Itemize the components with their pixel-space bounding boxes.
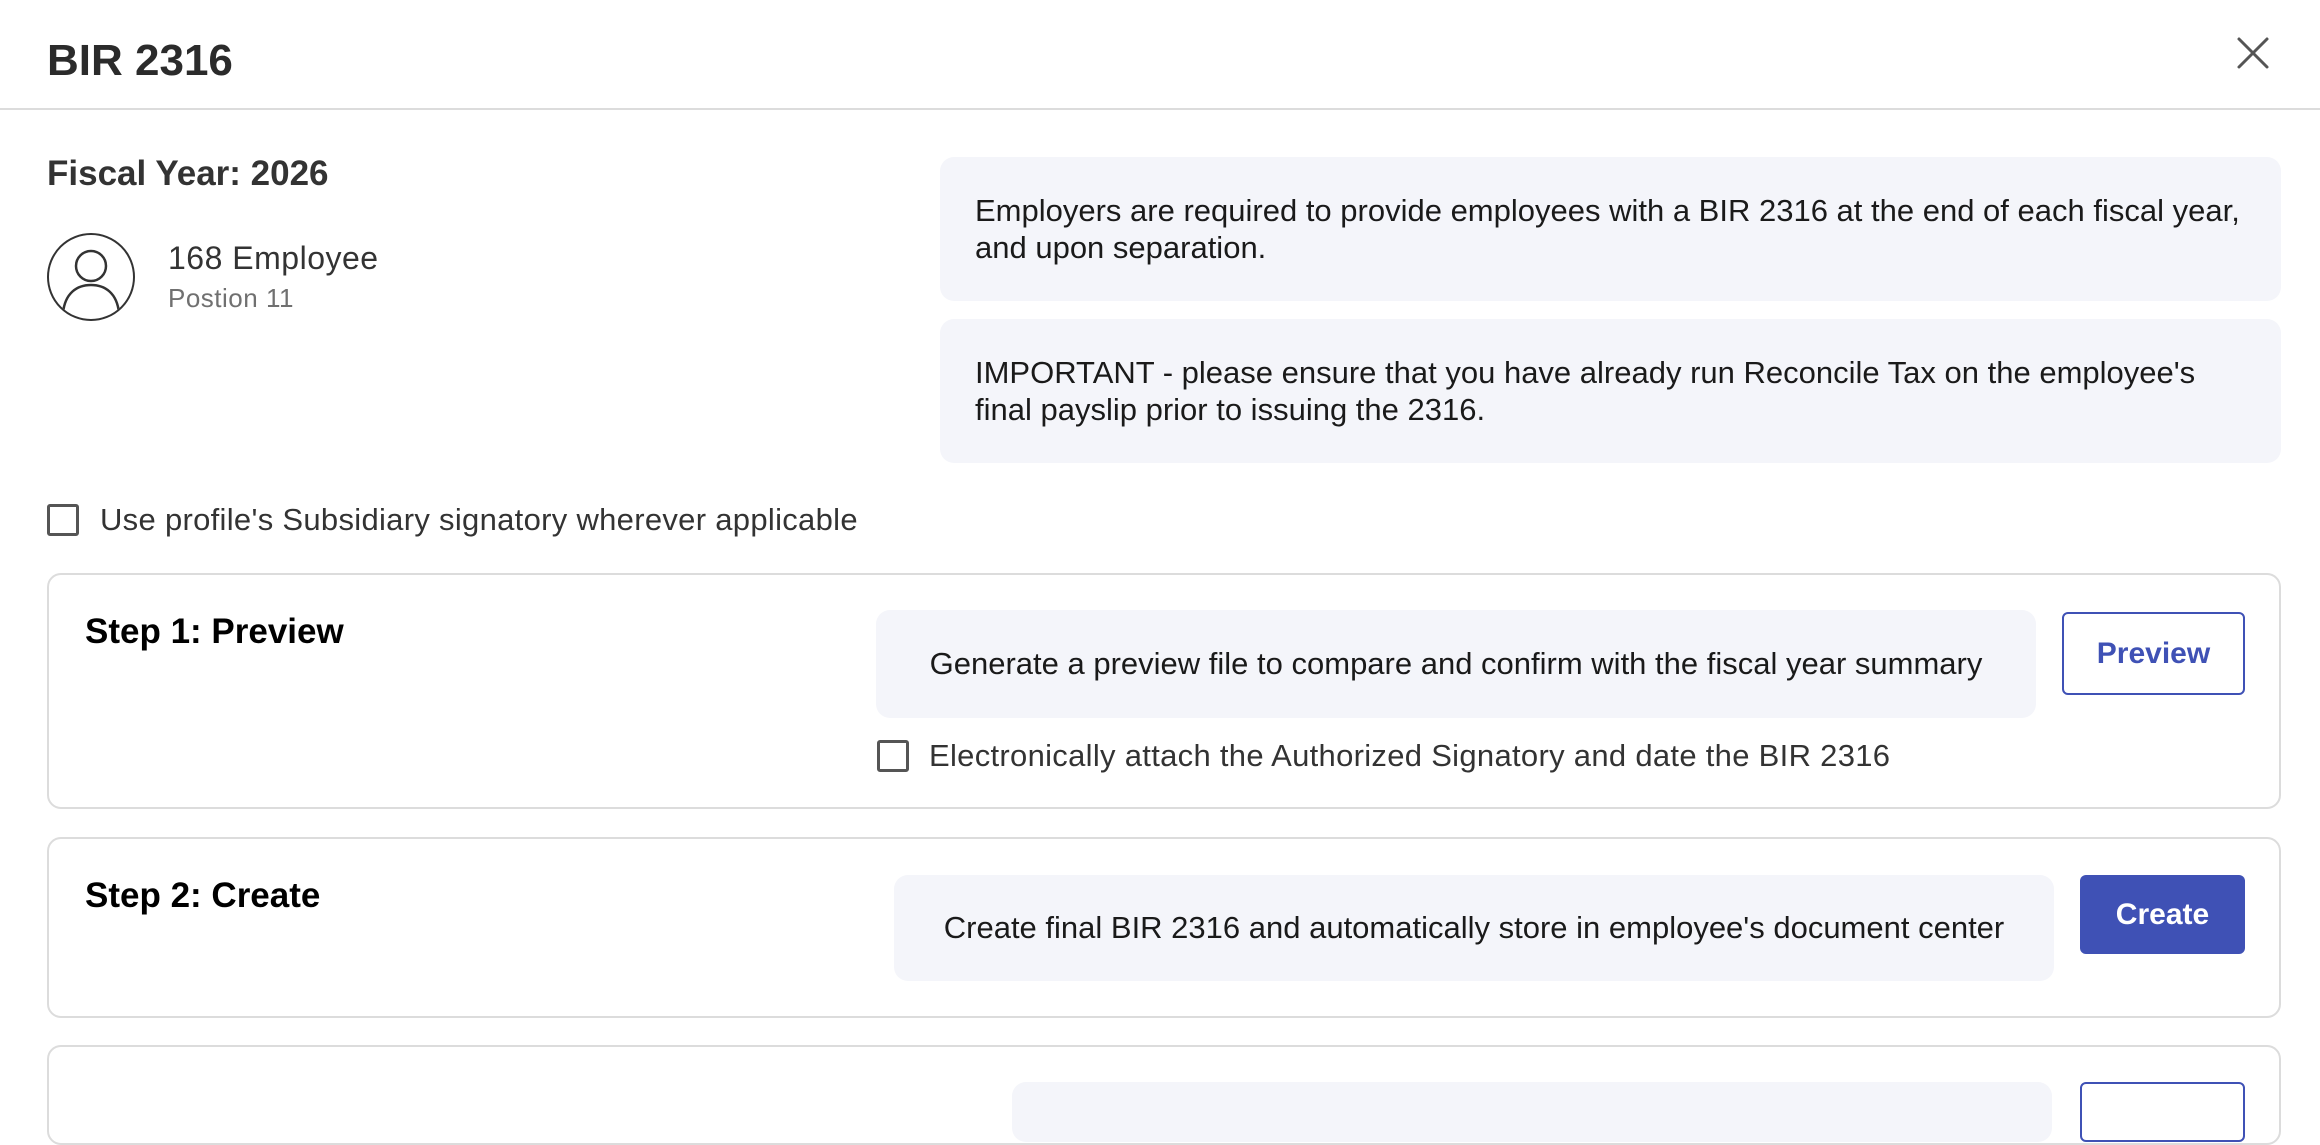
attach-signatory-checkbox[interactable] <box>877 740 909 772</box>
dialog-title: BIR 2316 <box>47 36 233 85</box>
subsidiary-signatory-label: Use profile's Subsidiary signatory where… <box>100 502 858 537</box>
employee-position: Postion 11 <box>168 283 294 313</box>
preview-button[interactable]: Preview <box>2062 612 2245 695</box>
info-message-important: IMPORTANT - please ensure that you have … <box>940 319 2281 463</box>
step-button[interactable] <box>2080 1082 2245 1142</box>
step-preview-card: Step 1: Preview Generate a preview file … <box>47 573 2281 809</box>
step-description-text: Create final BIR 2316 and automatically … <box>943 910 2005 945</box>
step-description-text: Generate a preview file to compare and c… <box>929 646 1983 681</box>
step-title: Step 2: Create <box>85 876 321 915</box>
dialog-header: BIR 2316 <box>0 0 2320 110</box>
info-message-text: IMPORTANT - please ensure that you have … <box>975 355 2196 427</box>
step-description: Create final BIR 2316 and automatically … <box>894 875 2054 981</box>
step-description: Generate a preview file to compare and c… <box>876 610 2036 718</box>
create-button[interactable]: Create <box>2080 875 2245 954</box>
info-message-fiscal-requirement: Employers are required to provide employ… <box>940 157 2281 301</box>
employee-name: 168 Employee <box>168 240 379 276</box>
step-card-partial <box>47 1045 2281 1145</box>
step-create-card: Step 2: Create Create final BIR 2316 and… <box>47 837 2281 1018</box>
step-description <box>1012 1082 2052 1142</box>
fiscal-year-label: Fiscal Year: 2026 <box>47 154 329 193</box>
info-message-text: Employers are required to provide employ… <box>975 193 2240 265</box>
step-title: Step 1: Preview <box>85 612 344 651</box>
subsidiary-signatory-checkbox[interactable] <box>47 504 79 536</box>
user-avatar-icon <box>47 233 135 321</box>
close-icon[interactable] <box>2234 34 2272 72</box>
attach-signatory-label: Electronically attach the Authorized Sig… <box>929 738 1891 773</box>
